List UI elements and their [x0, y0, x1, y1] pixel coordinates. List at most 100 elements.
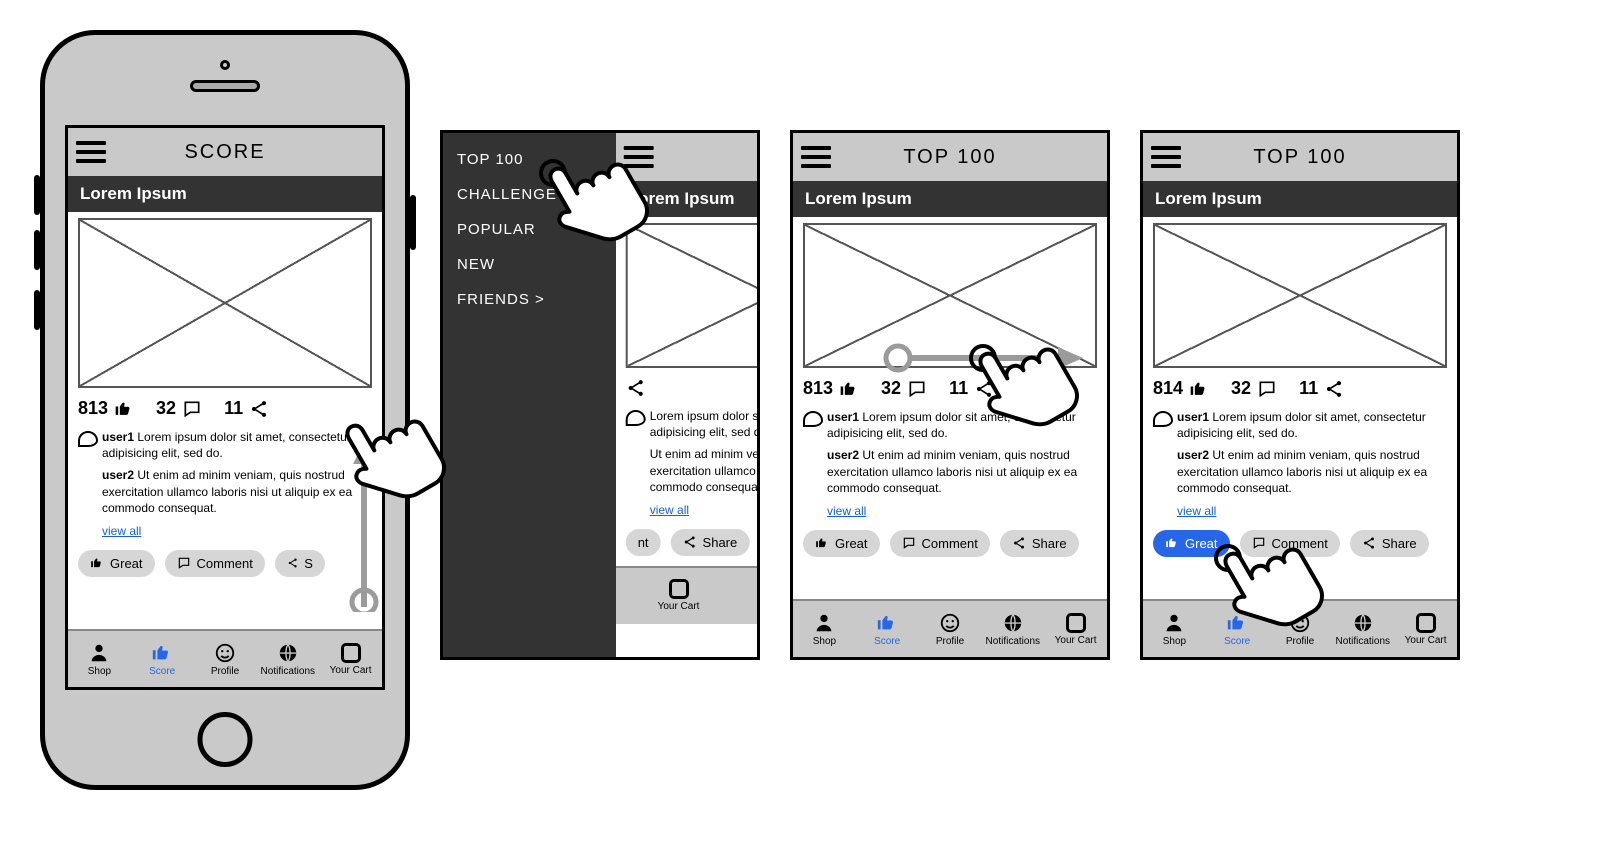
drawer-item-popular[interactable]: POPULAR [457, 221, 602, 238]
phone-home-button[interactable] [198, 712, 253, 767]
stats-row: 813 32 11 [78, 398, 372, 419]
comment-button[interactable]: nt [626, 529, 661, 556]
share-icon [683, 535, 697, 549]
app-screen-1: SCORE Lorem Ipsum 813 32 11 user1 Lorem … [65, 125, 385, 690]
top-bar [616, 133, 757, 181]
app-screen-3: TOP 100 Lorem Ipsum 813 32 11 user1 Lore… [790, 130, 1110, 660]
share-button[interactable]: Share [1350, 530, 1429, 557]
share-count: 11 [949, 378, 968, 399]
share-icon [249, 399, 269, 419]
tab-shop[interactable]: Shop [1143, 601, 1206, 657]
phone-speaker [190, 80, 260, 92]
share-count: 11 [1299, 378, 1318, 399]
share-icon [1362, 536, 1376, 550]
share-button[interactable]: Share [671, 529, 750, 556]
side-drawer: TOP 100 CHALLENGE POPULAR NEW FRIENDS > [443, 133, 616, 657]
page-title: SCORE [106, 141, 374, 164]
tab-bar: Shop Score Profile Notifications Your Ca… [793, 599, 1107, 657]
top-bar: SCORE [68, 128, 382, 176]
share-icon [287, 556, 298, 570]
top-bar: TOP 100 [1143, 133, 1457, 181]
feed-card: 813 32 11 user1 Lorem ipsum dolor sit am… [793, 217, 1107, 599]
tab-score[interactable]: Score [1206, 601, 1269, 657]
thumbs-up-icon [114, 399, 134, 419]
drawer-item-friends[interactable]: FRIENDS > [457, 291, 602, 308]
like-count: 813 [78, 398, 108, 419]
hamburger-menu-icon[interactable] [624, 146, 654, 168]
action-row: nt Share [626, 529, 757, 556]
comment-button[interactable]: Comment [165, 550, 265, 577]
view-all-link[interactable]: view all [1177, 504, 1216, 518]
top-bar: TOP 100 [793, 133, 1107, 181]
tab-cart[interactable]: Your Cart [319, 631, 382, 687]
stats-row [626, 378, 757, 398]
share-button[interactable]: S [275, 550, 325, 577]
hamburger-menu-icon[interactable] [76, 141, 106, 163]
post-image-placeholder[interactable] [803, 223, 1097, 368]
iphone-device-frame: SCORE Lorem Ipsum 813 32 11 user1 Lorem … [40, 30, 410, 790]
comment-button[interactable]: Comment [1240, 530, 1340, 557]
great-button[interactable]: Great [1153, 530, 1230, 557]
comment-icon [902, 536, 916, 550]
share-count: 11 [224, 398, 243, 419]
comment-button[interactable]: Comment [890, 530, 990, 557]
drawer-item-challenge[interactable]: CHALLENGE [457, 186, 602, 203]
tab-score[interactable]: Score [856, 601, 919, 657]
post-image-placeholder[interactable] [1153, 223, 1447, 368]
post-image-placeholder[interactable] [78, 218, 372, 388]
tab-cart[interactable]: Your Cart [600, 568, 757, 624]
section-header: Lorem Ipsum [68, 176, 382, 212]
section-header: Lorem Ipsum [793, 181, 1107, 217]
tab-score[interactable]: Score [131, 631, 194, 687]
comment-item: user1 Lorem ipsum dolor sit amet, consec… [1153, 409, 1447, 441]
tab-profile[interactable]: Profile [1269, 601, 1332, 657]
tab-cart[interactable]: Your Cart [1394, 601, 1457, 657]
app-screen-2-drawer: Lorem Ipsum Lorem ipsum dolor sit amet, … [440, 130, 760, 660]
view-all-link[interactable]: view all [650, 503, 689, 517]
share-icon [1012, 536, 1026, 550]
like-count: 813 [803, 378, 833, 399]
share-button[interactable]: Share [1000, 530, 1079, 557]
thumbs-up-icon [839, 379, 859, 399]
cart-icon [1416, 613, 1436, 633]
comment-icon [182, 399, 202, 419]
app-screen-4: TOP 100 Lorem Ipsum 814 32 11 user1 Lore… [1140, 130, 1460, 660]
tab-profile[interactable]: Profile [194, 631, 257, 687]
tab-profile[interactable]: Profile [919, 601, 982, 657]
comment-count: 32 [156, 398, 176, 419]
share-icon [1324, 379, 1344, 399]
section-header: Lorem Ipsum [616, 181, 757, 217]
tab-notifications[interactable]: Notifications [981, 601, 1044, 657]
tab-shop[interactable]: Shop [793, 601, 856, 657]
stats-row: 814 32 11 [1153, 378, 1447, 399]
share-icon [974, 379, 994, 399]
tab-notifications[interactable]: Notifications [1331, 601, 1394, 657]
comment-count: 32 [1231, 378, 1251, 399]
thumbs-up-icon [815, 536, 829, 550]
comment-item: Lorem ipsum dolor sit amet, consectetur … [626, 408, 757, 440]
share-icon [626, 378, 646, 398]
comment-icon [1257, 379, 1277, 399]
thumbs-up-icon [90, 556, 104, 570]
thumbs-up-icon [1189, 379, 1209, 399]
stats-row: 813 32 11 [803, 378, 1097, 399]
feed-card: 813 32 11 user1 Lorem ipsum dolor sit am… [68, 212, 382, 629]
view-all-link[interactable]: view all [827, 504, 866, 518]
tab-bar: Shop Score Profile Notifications Your Ca… [1143, 599, 1457, 657]
tab-notifications[interactable]: Notifications [256, 631, 319, 687]
view-all-link[interactable]: view all [102, 524, 141, 538]
comment-item: user1 Lorem ipsum dolor sit amet, consec… [803, 409, 1097, 441]
post-image-placeholder[interactable] [626, 223, 757, 368]
great-button[interactable]: Great [803, 530, 880, 557]
tab-cart[interactable]: Your Cart [1044, 601, 1107, 657]
section-header: Lorem Ipsum [1143, 181, 1457, 217]
drawer-item-top100[interactable]: TOP 100 [457, 151, 602, 168]
comment-count: 32 [881, 378, 901, 399]
hamburger-menu-icon[interactable] [801, 146, 831, 168]
comment-item: user2 Ut enim ad minim veniam, quis nost… [803, 447, 1097, 496]
great-button[interactable]: Great [78, 550, 155, 577]
tab-bar: Shop Score Profile Notifications Your Ca… [68, 629, 382, 687]
tab-shop[interactable]: Shop [68, 631, 131, 687]
drawer-item-new[interactable]: NEW [457, 256, 602, 273]
hamburger-menu-icon[interactable] [1151, 146, 1181, 168]
